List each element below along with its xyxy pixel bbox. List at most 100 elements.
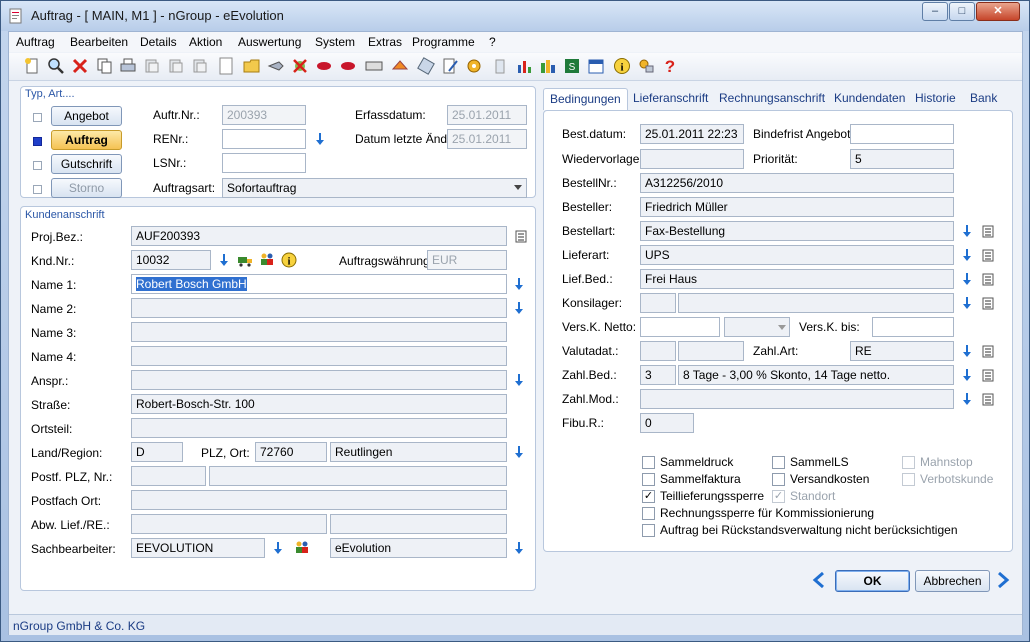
konsilager-arrow-down-icon[interactable] <box>961 296 973 310</box>
bestdatum-field[interactable]: 25.01.2011 22:23 <box>640 124 744 144</box>
zahlmod-field[interactable] <box>640 389 954 409</box>
coins-icon[interactable] <box>637 57 655 75</box>
tab-lieferanschrift[interactable]: Lieferanschrift <box>627 88 714 108</box>
sb-arrow-down-icon[interactable] <box>272 541 284 555</box>
zahlbed-arrow-down-icon[interactable] <box>961 368 973 382</box>
settings-icon[interactable] <box>465 57 483 75</box>
next-arrow-icon[interactable] <box>996 572 1010 588</box>
abw-re-field[interactable] <box>330 514 507 534</box>
zahlart-field[interactable]: RE <box>850 341 954 361</box>
zahlbed-list-icon[interactable] <box>982 368 994 382</box>
name2-field[interactable] <box>131 298 507 318</box>
auftragsart-select[interactable]: Sofortauftrag <box>222 178 527 198</box>
angebot-button[interactable]: Angebot <box>51 106 122 126</box>
search-icon[interactable] <box>47 57 65 75</box>
postfort-field[interactable] <box>131 490 507 510</box>
contacts-icon[interactable] <box>259 252 275 266</box>
wiedervorlage-field[interactable] <box>640 149 744 169</box>
bindefrist-field[interactable] <box>850 124 954 144</box>
plz-field[interactable]: 72760 <box>255 442 327 462</box>
name4-field[interactable] <box>131 346 507 366</box>
help-icon[interactable]: ? <box>661 57 679 75</box>
copy-icon[interactable] <box>95 57 113 75</box>
chevron-down-icon[interactable] <box>513 182 523 192</box>
versk-chevron-down-icon[interactable] <box>777 322 787 332</box>
standort-checkbox[interactable]: ✓ <box>772 490 785 503</box>
abbrechen-button[interactable]: Abbrechen <box>915 570 990 592</box>
zahlart-list-icon[interactable] <box>982 344 994 358</box>
previous-arrow-icon[interactable] <box>812 572 826 588</box>
transfer-icon[interactable] <box>267 57 285 75</box>
renr-arrow-down-icon[interactable] <box>314 132 326 146</box>
new-document-icon[interactable] <box>23 57 41 75</box>
rechnungssperre-checkbox[interactable] <box>642 507 655 520</box>
calendar-icon[interactable] <box>587 57 605 75</box>
delivery-icon[interactable] <box>391 57 409 75</box>
tab-historie[interactable]: Historie <box>909 88 962 108</box>
rueckstand-checkbox[interactable] <box>642 524 655 537</box>
postf-nr-field[interactable] <box>209 466 507 486</box>
menu-programme[interactable]: Programme <box>412 35 475 49</box>
auftr-nr-field[interactable]: 200393 <box>222 105 306 125</box>
zahlart-arrow-down-icon[interactable] <box>961 344 973 358</box>
colored-chart-icon[interactable] <box>539 57 557 75</box>
sb2-field[interactable]: eEvolution <box>330 538 507 558</box>
verbotskunde-checkbox[interactable] <box>902 473 915 486</box>
lieferart-field[interactable]: UPS <box>640 245 954 265</box>
truck-icon[interactable] <box>237 253 253 267</box>
menu-auftrag[interactable]: Auftrag <box>16 35 55 49</box>
menu-help[interactable]: ? <box>489 35 496 49</box>
konsilager-code-field[interactable] <box>640 293 676 313</box>
name2-arrow-down-icon[interactable] <box>513 301 525 315</box>
versandkosten-checkbox[interactable] <box>772 473 785 486</box>
sb-contacts-icon[interactable] <box>294 540 310 554</box>
bestellart-field[interactable]: Fax-Bestellung <box>640 221 954 241</box>
zahlbed-field[interactable]: 8 Tage - 3,00 % Skonto, 14 Tage netto. <box>678 365 954 385</box>
postf-plz-field[interactable] <box>131 466 206 486</box>
lieferart-arrow-down-icon[interactable] <box>961 248 973 262</box>
minimize-button[interactable]: – <box>922 2 948 21</box>
bestellart-arrow-down-icon[interactable] <box>961 224 973 238</box>
folder-icon[interactable] <box>243 57 261 75</box>
sammeldruck-checkbox[interactable] <box>642 456 655 469</box>
renr-field[interactable] <box>222 129 306 149</box>
bestellnr-field[interactable]: A312256/2010 <box>640 173 954 193</box>
name1-arrow-down-icon[interactable] <box>513 277 525 291</box>
kunde-info-icon[interactable]: i <box>281 252 297 268</box>
datum-aend-field[interactable]: 25.01.2011 <box>447 129 527 149</box>
menu-extras[interactable]: Extras <box>368 35 402 49</box>
besteller-field[interactable]: Friedrich Müller <box>640 197 954 217</box>
lsnr-field[interactable] <box>222 153 306 173</box>
keyboard-icon[interactable] <box>365 57 383 75</box>
label-icon[interactable] <box>417 57 435 75</box>
land-field[interactable]: D <box>131 442 183 462</box>
blank-page-icon[interactable] <box>217 57 235 75</box>
tab-kundendaten[interactable]: Kundendaten <box>828 88 911 108</box>
list-icon[interactable] <box>515 229 527 243</box>
cancel-item-icon[interactable] <box>291 57 309 75</box>
menu-aktion[interactable]: Aktion <box>189 35 222 49</box>
menu-details[interactable]: Details <box>140 35 177 49</box>
ort-arrow-down-icon[interactable] <box>513 445 525 459</box>
lieferart-list-icon[interactable] <box>982 248 994 262</box>
edit-icon[interactable] <box>441 57 459 75</box>
prioritaet-field[interactable]: 5 <box>850 149 954 169</box>
konsilager-field[interactable] <box>678 293 954 313</box>
lips-icon[interactable] <box>315 57 333 75</box>
excel-icon[interactable]: S <box>563 57 581 75</box>
tab-bank[interactable]: Bank <box>964 88 1003 108</box>
menu-bearbeiten[interactable]: Bearbeiten <box>70 35 128 49</box>
storno-button[interactable]: Storno <box>51 178 122 198</box>
strasse-field[interactable]: Robert-Bosch-Str. 100 <box>131 394 507 414</box>
menu-auswertung[interactable]: Auswertung <box>238 35 301 49</box>
fibu-field[interactable]: 0 <box>640 413 694 433</box>
sb2-arrow-down-icon[interactable] <box>513 541 525 555</box>
anspr-field[interactable] <box>131 370 507 390</box>
teillieferungssperre-checkbox[interactable]: ✓ <box>642 490 655 503</box>
ort-field[interactable]: Reutlingen <box>330 442 507 462</box>
verskn-field[interactable] <box>640 317 720 337</box>
abw-lief-field[interactable] <box>131 514 327 534</box>
kndnr-arrow-down-icon[interactable] <box>218 253 230 267</box>
sammelfaktura-checkbox[interactable] <box>642 473 655 486</box>
info-icon[interactable]: i <box>613 57 631 75</box>
